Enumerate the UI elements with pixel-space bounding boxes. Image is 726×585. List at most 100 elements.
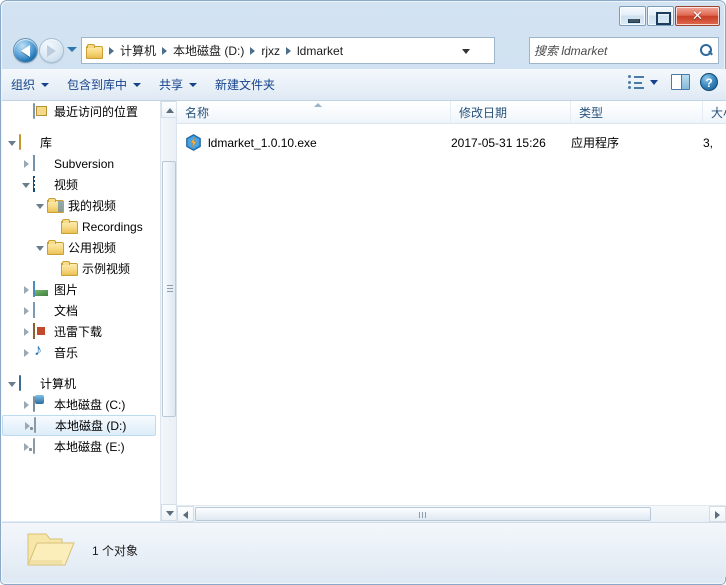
scroll-up-icon[interactable] xyxy=(161,101,176,118)
pictures-library-icon xyxy=(33,280,50,298)
chevron-down-icon xyxy=(189,82,198,87)
libraries-icon xyxy=(19,133,36,151)
tree-item-label: 本地磁盘 (D:) xyxy=(55,419,127,433)
tree-item[interactable]: 计算机 xyxy=(2,373,160,394)
chevron-down-icon xyxy=(133,82,142,87)
view-layout-icon[interactable] xyxy=(627,74,645,90)
back-button[interactable] xyxy=(13,38,38,63)
tree-item[interactable]: 示例视频 xyxy=(2,258,160,279)
address-bar[interactable]: 计算机 本地磁盘 (D:) rjxz ldmarket xyxy=(81,37,495,64)
chevron-down-icon xyxy=(41,82,50,87)
expand-triangle-icon[interactable] xyxy=(20,399,32,411)
new-folder-label: 新建文件夹 xyxy=(215,78,276,92)
address-bar-row: 计算机 本地磁盘 (D:) rjxz ldmarket ↻ xyxy=(1,33,726,69)
tree-item-label: 计算机 xyxy=(40,377,77,391)
table-row[interactable]: ldmarket_1.0.10.exe 2017-05-31 15:26 应用程… xyxy=(177,132,726,153)
back-arrow-icon xyxy=(21,45,30,57)
share-with-button[interactable]: 共享 xyxy=(150,73,206,97)
tree-item[interactable]: Recordings xyxy=(2,216,160,237)
breadcrumb-separator-icon xyxy=(286,46,292,55)
history-dropdown-icon[interactable] xyxy=(67,47,77,52)
thunder-download-library-icon xyxy=(33,322,50,340)
column-headers: 名称 修改日期 类型 大小 xyxy=(177,101,726,124)
share-with-label: 共享 xyxy=(159,78,184,92)
scroll-left-icon[interactable] xyxy=(177,506,194,522)
preview-pane-icon[interactable] xyxy=(671,74,690,90)
collapse-triangle-icon[interactable] xyxy=(6,137,18,149)
file-name-cell[interactable]: ldmarket_1.0.10.exe xyxy=(185,134,317,151)
tree-item-label: 本地磁盘 (C:) xyxy=(54,398,126,412)
search-icon[interactable] xyxy=(699,43,714,58)
help-icon[interactable]: ? xyxy=(700,73,718,91)
breadcrumb-item-computer[interactable]: 计算机 xyxy=(118,42,158,59)
collapse-triangle-icon[interactable] xyxy=(20,179,32,191)
view-dropdown-icon[interactable] xyxy=(650,79,658,85)
tree-item-label: 库 xyxy=(40,136,53,150)
breadcrumb-item-drive-d[interactable]: 本地磁盘 (D:) xyxy=(171,42,246,59)
hard-drive-icon xyxy=(33,437,50,455)
tree-item[interactable]: 本地磁盘 (D:) xyxy=(2,415,156,436)
folder-icon xyxy=(86,44,103,58)
tree-item[interactable]: 图片 xyxy=(2,279,160,300)
breadcrumb-item-ldmarket[interactable]: ldmarket xyxy=(295,44,345,58)
include-in-library-button[interactable]: 包含到库中 xyxy=(58,73,150,97)
tree-item[interactable]: 本地磁盘 (E:) xyxy=(2,436,160,457)
column-header[interactable]: 修改日期 xyxy=(451,101,571,124)
column-header-label: 修改日期 xyxy=(459,106,508,120)
collapse-triangle-icon[interactable] xyxy=(34,242,46,254)
search-box[interactable] xyxy=(529,37,719,64)
organize-button[interactable]: 组织 xyxy=(2,73,58,97)
tree-item[interactable]: 本地磁盘 (C:) xyxy=(2,394,160,415)
expand-triangle-icon[interactable] xyxy=(21,420,33,432)
tree-item[interactable]: 最近访问的位置 xyxy=(2,101,160,122)
column-header[interactable]: 类型 xyxy=(571,101,703,124)
column-header[interactable]: 大小 xyxy=(703,101,726,124)
recent-places-icon xyxy=(33,102,50,120)
tree-item-label: 迅雷下载 xyxy=(54,325,103,339)
file-date-cell: 2017-05-31 15:26 xyxy=(451,135,546,150)
forward-button[interactable] xyxy=(39,38,64,63)
tree-item-label: 我的视频 xyxy=(68,199,117,213)
scroll-right-icon[interactable] xyxy=(709,506,726,522)
file-list-horizontal-scrollbar[interactable] xyxy=(177,505,726,522)
application-exe-icon xyxy=(185,134,202,151)
tree-item[interactable]: 库 xyxy=(2,132,160,153)
expand-triangle-icon[interactable] xyxy=(20,284,32,296)
scroll-down-icon[interactable] xyxy=(161,504,176,521)
tree-item[interactable]: 视频 xyxy=(2,174,160,195)
new-folder-button[interactable]: 新建文件夹 xyxy=(206,73,284,97)
tree-item[interactable]: 迅雷下载 xyxy=(2,321,160,342)
tree-item[interactable]: 公用视频 xyxy=(2,237,160,258)
search-input[interactable] xyxy=(534,43,699,58)
breadcrumb-item-rjxz[interactable]: rjxz xyxy=(259,44,282,58)
tree-item[interactable]: Subversion xyxy=(2,153,160,174)
scrollbar-thumb[interactable] xyxy=(195,507,651,521)
expand-triangle-icon[interactable] xyxy=(20,326,32,338)
expand-triangle-icon[interactable] xyxy=(20,158,32,170)
command-bar: 组织 包含到库中 共享 新建文件夹 ? xyxy=(2,69,726,101)
close-button[interactable]: ✕ xyxy=(675,6,720,26)
expand-triangle-icon[interactable] xyxy=(20,347,32,359)
status-bar: 1 个对象 xyxy=(2,522,726,577)
address-dropdown-icon[interactable] xyxy=(462,49,470,54)
music-library-icon xyxy=(33,345,50,361)
tree-item[interactable]: 文档 xyxy=(2,300,160,321)
minimize-button[interactable] xyxy=(619,6,646,26)
tree-item[interactable]: 音乐 xyxy=(2,342,160,363)
expand-triangle-icon[interactable] xyxy=(20,305,32,317)
tree-item-label: 视频 xyxy=(54,178,79,192)
column-header-label: 类型 xyxy=(579,106,604,120)
column-header[interactable]: 名称 xyxy=(177,101,451,124)
navigation-pane: 最近访问的位置库 Subversion 视频我的视频 Recordings 公用视频示例… xyxy=(2,101,176,521)
collapse-triangle-icon[interactable] xyxy=(34,200,46,212)
collapse-triangle-icon[interactable] xyxy=(6,378,18,390)
navigation-pane-scrollbar[interactable] xyxy=(160,101,176,521)
scrollbar-thumb[interactable] xyxy=(162,161,176,417)
maximize-button[interactable] xyxy=(647,6,674,26)
videos-library-icon xyxy=(33,175,50,193)
tree-item[interactable]: 我的视频 xyxy=(2,195,160,216)
tree-item-label: 公用视频 xyxy=(68,241,117,255)
expand-triangle-icon[interactable] xyxy=(20,441,32,453)
file-type-cell: 应用程序 xyxy=(571,136,620,150)
